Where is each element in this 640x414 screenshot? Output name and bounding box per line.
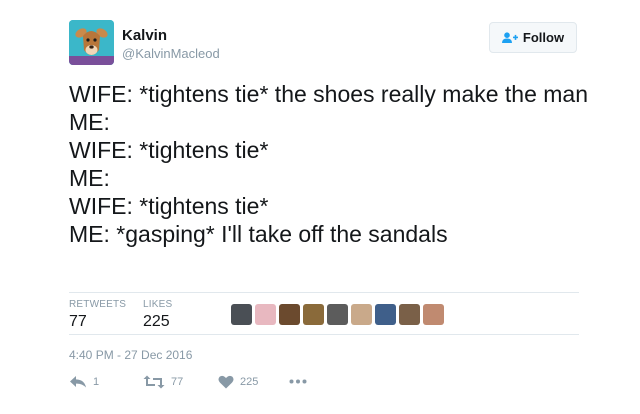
liker-avatar[interactable] [279, 304, 300, 325]
follow-button[interactable]: Follow [489, 22, 577, 53]
likes-count: 225 [143, 313, 170, 330]
reply-count: 1 [93, 376, 100, 388]
tweet-text: WIFE: *tightens tie* the shoes really ma… [69, 80, 589, 248]
tweet-line: ME: *gasping* I'll take off the sandals [69, 221, 448, 247]
liker-avatar[interactable] [399, 304, 420, 325]
likes-label: LIKES [143, 299, 173, 310]
heart-icon [218, 375, 234, 389]
liker-avatars [231, 304, 444, 325]
retweets-stat[interactable]: RETWEETS 77 [69, 299, 126, 331]
liker-avatar[interactable] [351, 304, 372, 325]
user-handle[interactable]: @KalvinMacleod [122, 46, 220, 61]
avatar[interactable] [69, 20, 114, 65]
display-name[interactable]: Kalvin [122, 27, 167, 44]
retweet-button[interactable]: 77 [143, 375, 183, 389]
reply-icon [70, 376, 86, 388]
like-button[interactable]: 225 [218, 375, 258, 389]
retweets-label: RETWEETS [69, 299, 127, 310]
add-person-icon [501, 31, 518, 43]
tweet-line: WIFE: *tightens tie* the shoes really ma… [69, 81, 589, 107]
more-dots-icon [289, 379, 307, 384]
tweet-line: ME: [69, 165, 110, 191]
more-button[interactable] [289, 379, 307, 384]
deer-avatar-icon [69, 20, 114, 65]
liker-avatar[interactable] [327, 304, 348, 325]
liker-avatar[interactable] [255, 304, 276, 325]
liker-avatar[interactable] [303, 304, 324, 325]
retweet-icon [143, 375, 165, 389]
tweet-line: ME: [69, 109, 110, 135]
divider [69, 334, 579, 335]
reply-button[interactable]: 1 [69, 375, 99, 389]
like-count: 225 [240, 376, 259, 388]
liker-avatar[interactable] [375, 304, 396, 325]
tweet-timestamp[interactable]: 4:40 PM - 27 Dec 2016 [69, 348, 192, 362]
retweets-count: 77 [69, 313, 87, 330]
tweet-line: WIFE: *tightens tie* [69, 193, 269, 219]
tweet-line: WIFE: *tightens tie* [69, 137, 269, 163]
liker-avatar[interactable] [231, 304, 252, 325]
retweet-count: 77 [171, 376, 184, 388]
divider [69, 292, 579, 293]
follow-label: Follow [522, 30, 565, 45]
liker-avatar[interactable] [423, 304, 444, 325]
likes-stat[interactable]: LIKES 225 [143, 299, 172, 331]
